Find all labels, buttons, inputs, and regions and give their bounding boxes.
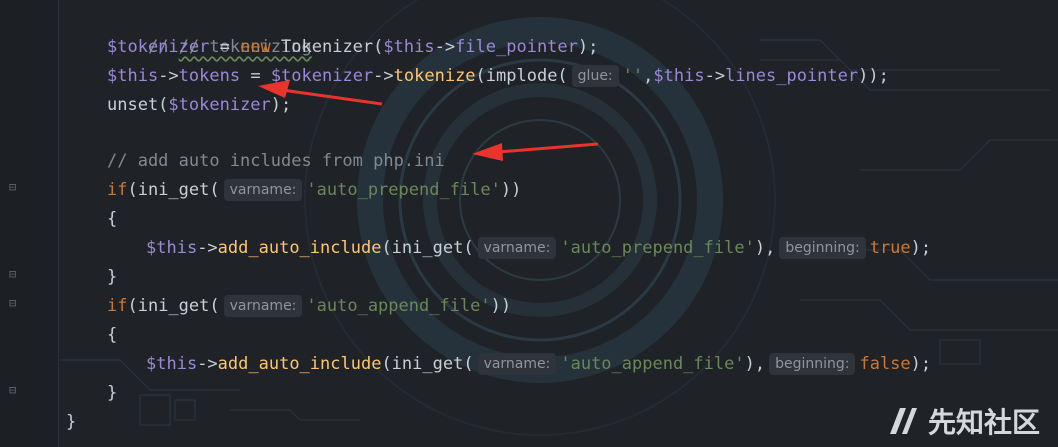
parameter-hint: varname: (223, 179, 303, 201)
code-line: // add auto includes from php.ini (107, 147, 445, 176)
code-line: $tokenizer = new Tokenizer($this->file_p… (107, 33, 598, 62)
brace: } (107, 383, 118, 403)
code-line: unset($tokenizer); (107, 91, 291, 120)
punctuation: ), (744, 354, 766, 374)
function-call: (ini_get( (127, 180, 220, 200)
code-line: // // tokenizing (107, 4, 312, 57)
watermark: 先知社区 (886, 401, 1040, 441)
function-call: unset( (107, 95, 169, 115)
punctuation: )) (500, 180, 522, 200)
variable: $this (146, 238, 198, 258)
function-call: (ini_get( (381, 354, 474, 374)
function-call: (ini_get( (381, 238, 474, 258)
code-line: $this->tokens = $tokenizer->tokenize(imp… (107, 62, 889, 91)
keyword: false (859, 354, 911, 374)
code-line: } (107, 263, 117, 292)
brace: } (107, 267, 118, 287)
code-line: } (66, 408, 76, 437)
punctuation: ); (910, 354, 932, 374)
operator: -> (158, 66, 179, 86)
code-line: } (107, 379, 117, 408)
keyword: new (240, 37, 271, 57)
operator: = (209, 37, 241, 57)
string-literal: '' (622, 66, 644, 86)
code-line: if(ini_get(varname:'auto_append_file')) (107, 292, 511, 321)
brace: { (107, 325, 118, 345)
operator: -> (704, 66, 726, 86)
method-call: add_auto_include (217, 238, 382, 258)
parameter-hint: beginning: (769, 353, 856, 375)
class-name: Tokenizer( (270, 37, 384, 57)
parameter-hint: beginning: (779, 237, 866, 259)
string-literal: 'auto_prepend_file' (306, 180, 501, 200)
operator: -> (373, 66, 394, 86)
operator: -> (197, 238, 218, 258)
punctuation: )) (490, 296, 512, 316)
code-line: { (107, 321, 117, 350)
punctuation: ), (754, 238, 776, 258)
punctuation: )); (858, 66, 889, 86)
operator: = (240, 66, 271, 86)
method-call: add_auto_include (217, 354, 382, 374)
string-literal: 'auto_prepend_file' (560, 238, 755, 258)
watermark-text: 先知社区 (927, 406, 1040, 439)
xianzhi-logo-icon (889, 408, 917, 434)
operator: -> (197, 354, 218, 374)
parameter-hint: glue: (571, 65, 619, 87)
code-line: if(ini_get(varname:'auto_prepend_file')) (107, 176, 521, 205)
function-call: (ini_get( (127, 296, 220, 316)
code-line: $this->add_auto_include(ini_get(varname:… (146, 350, 931, 379)
variable: $this (146, 354, 198, 374)
brace: } (66, 412, 77, 432)
keyword: if (107, 180, 128, 200)
string-literal: 'auto_append_file' (306, 296, 491, 316)
variable: $tokenizer (270, 66, 374, 86)
property: tokens (178, 66, 241, 86)
parameter-hint: varname: (477, 237, 557, 259)
variable: $this (653, 66, 705, 86)
parameter-hint: varname: (223, 295, 303, 317)
punctuation: ); (270, 95, 292, 115)
comment: // add auto includes from php.ini (107, 151, 445, 171)
variable: $this (383, 37, 435, 57)
operator: -> (434, 37, 456, 57)
code-editor[interactable]: // // tokenizing $tokenizer = new Tokeni… (0, 0, 1058, 447)
property: file_pointer (455, 37, 578, 57)
variable: $tokenizer (168, 95, 271, 115)
variable: $this (107, 66, 159, 86)
parameter-hint: varname: (477, 353, 557, 375)
code-line: $this->add_auto_include(ini_get(varname:… (146, 234, 931, 263)
punctuation: ); (577, 37, 599, 57)
method-call: tokenize (393, 66, 476, 86)
punctuation: , (643, 66, 654, 86)
brace: { (107, 209, 118, 229)
keyword: if (107, 296, 128, 316)
function-call: (implode( (475, 66, 568, 86)
punctuation: ); (910, 238, 932, 258)
variable: $tokenizer (107, 37, 210, 57)
code-line: { (107, 205, 117, 234)
property: lines_pointer (725, 66, 859, 86)
keyword: true (869, 238, 911, 258)
string-literal: 'auto_append_file' (560, 354, 745, 374)
